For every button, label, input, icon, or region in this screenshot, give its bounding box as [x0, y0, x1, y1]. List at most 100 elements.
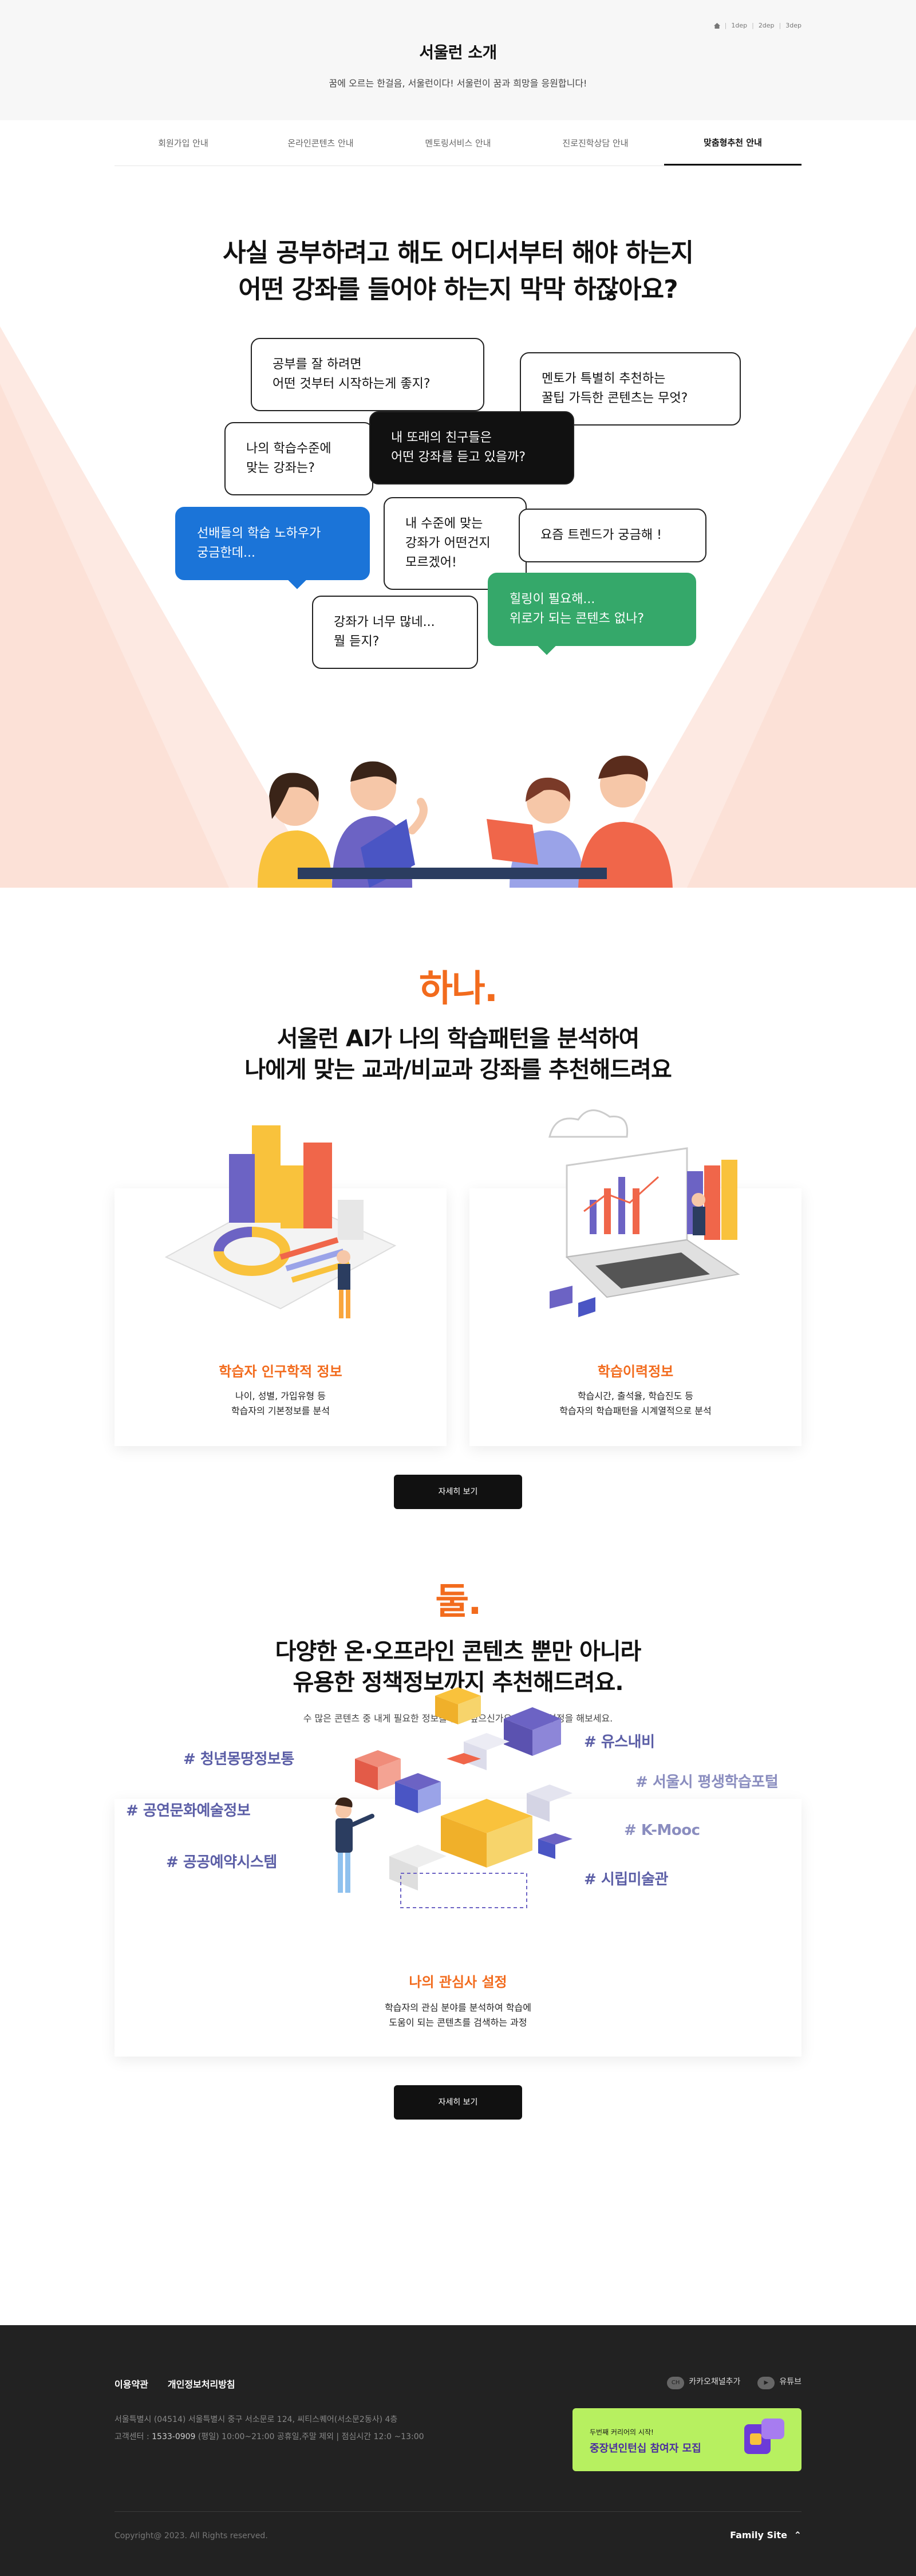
- privacy-policy-link[interactable]: 개인정보처리방침: [168, 2377, 235, 2390]
- family-site-label: Family Site: [730, 2530, 788, 2540]
- speech-bubble: 요즘 트렌드가 궁금해 !: [519, 509, 706, 562]
- bubble-text: 내 또래의 친구들은: [391, 431, 492, 445]
- chat-bubbles-icon: [744, 2419, 784, 2454]
- kakao-channel-link[interactable]: CH 카카오채널추가: [667, 2376, 740, 2389]
- hero-title-line: 어떤 강좌를 들어야 하는지 막막 하잖아요?: [238, 275, 678, 304]
- page-header: | 1dep | 2dep | 3dep 서울런 소개 꿈에 오르는 한걸음, …: [0, 0, 916, 120]
- bubble-text: 어떤 것부터 시작하는게 좋지?: [273, 377, 431, 391]
- card-learning-history: 학습이력정보 학습시간, 출석율, 학습진도 등 학습자의 학습패턴을 시계열적…: [469, 1109, 802, 1446]
- bubble-text: 궁금한데...: [197, 546, 255, 560]
- tab-signup-guide[interactable]: 회원가입 안내: [114, 120, 252, 166]
- card-title: 학습이력정보: [597, 1364, 674, 1380]
- kakao-label: 카카오채널추가: [689, 2377, 741, 2386]
- hero-section: 사실 공부하려고 해도 어디서부터 해야 하는지 어떤 강좌를 들어야 하는지 …: [0, 166, 916, 888]
- breadcrumb: | 1dep | 2dep | 3dep: [713, 22, 802, 29]
- social-links: CH 카카오채널추가 ▶ 유튜브: [667, 2376, 802, 2389]
- speech-bubble: 힐링이 필요해... 위로가 되는 콘텐츠 없나?: [488, 573, 696, 655]
- banner-subtitle: 두번째 커리어의 시작!: [590, 2428, 654, 2436]
- bubble-text: 어떤 강좌를 듣고 있을까?: [391, 450, 526, 464]
- card-title: 나의 관심사 설정: [409, 1974, 507, 1990]
- analysis-card-list: 학습자 인구학적 정보 나이, 성별, 가입유형 등 학습자의 기본정보를 분석: [114, 1109, 802, 1446]
- breadcrumb-item[interactable]: 3dep: [785, 22, 802, 29]
- page-subtitle: 꿈에 오르는 한걸음, 서울런이다! 서울런이 꿈과 희망을 응원합니다!: [329, 78, 587, 89]
- footer-links: 이용약관 개인정보처리방침: [114, 2377, 235, 2390]
- card-description-line: 나이, 성별, 가입유형 등: [235, 1391, 326, 1401]
- customer-center-label: 고객센터 :: [114, 2432, 149, 2441]
- tag-performance-culture: # 공연문화예술정보: [126, 1802, 251, 1819]
- tab-mentoring-guide[interactable]: 멘토링서비스 안내: [389, 120, 527, 166]
- bubble-text: 힐링이 필요해...: [510, 592, 595, 606]
- card-description-line: 학습자의 학습패턴을 시계열적으로 분석: [559, 1405, 712, 1416]
- tag-seoul-lifelong-learning: # 서울시 평생학습포털: [635, 1774, 779, 1791]
- breadcrumb-item[interactable]: 2dep: [759, 22, 775, 29]
- bubble-text: 위로가 되는 콘텐츠 없나?: [510, 612, 645, 626]
- copyright-text: Copyright@ 2023. All Rights reserved.: [114, 2531, 268, 2540]
- customer-center-hours: (평일) 10:00~21:00 공휴일,주말 제외 | 점심시간 12:0 ~…: [198, 2432, 424, 2441]
- hero-title-line: 사실 공부하려고 해도 어디서부터 해야 하는지: [223, 238, 694, 267]
- banner-title: 중장년인턴십 참여자 모집: [590, 2443, 701, 2455]
- tab-career-counsel-guide[interactable]: 진로진학상담 안내: [527, 120, 664, 166]
- card-description-line: 도움이 되는 콘텐츠를 검색하는 과정: [389, 2017, 527, 2028]
- card-description: 나이, 성별, 가입유형 등 학습자의 기본정보를 분석: [114, 1389, 447, 1419]
- bubble-text: 요즘 트렌드가 궁금해 !: [540, 528, 662, 542]
- bubble-text: 내 수준에 맞는: [405, 517, 483, 531]
- view-details-button[interactable]: 자세히 보기: [394, 1475, 522, 1509]
- youtube-icon: ▶: [757, 2376, 775, 2389]
- card-description-line: 학습자의 기본정보를 분석: [231, 1405, 330, 1416]
- card-interest-setting: # 청년몽땅정보통 # 공연문화예술정보 # 공공예약시스템 # 유스내비 # …: [114, 1687, 802, 2057]
- card-description-line: 학습자의 관심 분야를 분석하여 학습에: [385, 2002, 531, 2013]
- hero-title: 사실 공부하려고 해도 어디서부터 해야 하는지 어떤 강좌를 들어야 하는지 …: [0, 166, 916, 308]
- phone-chart-illustration: [164, 1125, 397, 1318]
- laptop-chart-illustration: [548, 1109, 740, 1317]
- home-icon[interactable]: [713, 22, 720, 29]
- youtube-link[interactable]: ▶ 유튜브: [757, 2376, 802, 2389]
- card-demographic-info: 학습자 인구학적 정보 나이, 성별, 가입유형 등 학습자의 기본정보를 분석: [114, 1125, 447, 1446]
- section-ai-analysis: 하나. 서울런 AI가 나의 학습패턴을 분석하여 나에게 맞는 교과/비교과 …: [0, 888, 916, 1509]
- card-description: 학습시간, 출석율, 학습진도 등 학습자의 학습패턴을 시계열적으로 분석: [469, 1389, 802, 1419]
- bubble-text: 강좌가 어떤건지: [405, 536, 491, 550]
- breadcrumb-item[interactable]: 1dep: [731, 22, 747, 29]
- bubble-text: 공부를 잘 하려면: [273, 357, 362, 372]
- speech-bubble: 선배들의 학습 노하우가 궁금한데...: [175, 507, 370, 589]
- section-number: 하나.: [418, 968, 498, 1010]
- section-title: 서울런 AI가 나의 학습패턴을 분석하여 나에게 맞는 교과/비교과 강좌를 …: [0, 1023, 916, 1085]
- section-title-line: 나에게 맞는 교과/비교과 강좌를 추천해드려요: [244, 1057, 672, 1083]
- customer-center-phone: 1533-0909: [152, 2432, 196, 2441]
- bubble-text: 맞는 강좌는?: [246, 461, 315, 475]
- speech-bubble: 나의 학습수준에 맞는 강좌는?: [224, 422, 373, 495]
- view-details-button[interactable]: 자세히 보기: [394, 2085, 522, 2120]
- speech-bubble: 공부를 잘 하려면 어떤 것부터 시작하는게 좋지?: [251, 338, 484, 411]
- section-policy-info: 둘. 다양한 온·오프라인 콘텐츠 뿐만 아니라 유용한 정책정보까지 추천해드…: [0, 1509, 916, 2120]
- internship-banner[interactable]: 두번째 커리어의 시작! 중장년인턴십 참여자 모집: [572, 2408, 802, 2471]
- terms-link[interactable]: 이용약관: [114, 2377, 148, 2390]
- bubble-text: 강좌가 너무 많네...: [334, 615, 435, 629]
- tag-k-mooc: # K-Mooc: [624, 1822, 700, 1839]
- bubble-text: 뭘 듣지?: [334, 635, 380, 649]
- cubes-illustration: [335, 1687, 572, 1908]
- family-site-dropdown[interactable]: Family Site ⌃: [730, 2530, 802, 2540]
- tag-seoul-museum-of-art: # 시립미술관: [584, 1871, 668, 1888]
- section-title-line: 다양한 온·오프라인 콘텐츠 뿐만 아니라: [275, 1638, 642, 1665]
- speech-bubble: 강좌가 너무 많네... 뭘 듣지?: [312, 596, 478, 669]
- bubble-text: 꿀팁 가득한 콘텐츠는 무엇?: [542, 391, 688, 405]
- bubble-text: 나의 학습수준에: [246, 442, 331, 456]
- kakao-icon: CH: [667, 2376, 685, 2389]
- bubble-text: 선배들의 학습 노하우가: [197, 526, 321, 541]
- address-text: 서울특별시 (04514) 서울특별시 중구 서소문로 124, 씨티스퀘어(서…: [114, 2415, 398, 2424]
- card-title: 학습자 인구학적 정보: [219, 1364, 342, 1380]
- youtube-label: 유튜브: [779, 2377, 802, 2386]
- tab-recommend-guide[interactable]: 맞춤형추천 안내: [664, 120, 802, 166]
- chevron-up-icon: ⌃: [793, 2530, 802, 2540]
- bubble-text: 모르겠어!: [405, 556, 457, 570]
- footer-divider: [114, 2511, 802, 2512]
- tag-public-reservation: # 공공예약시스템: [166, 1854, 277, 1871]
- students-illustration: [258, 755, 673, 888]
- section-title-line: 서울런 AI가 나의 학습패턴을 분석하여: [277, 1026, 640, 1052]
- tab-online-content-guide[interactable]: 온라인콘텐츠 안내: [252, 120, 389, 166]
- tab-bar: 회원가입 안내 온라인콘텐츠 안내 멘토링서비스 안내 진로진학상담 안내 맞춤…: [114, 120, 802, 166]
- card-description-line: 학습시간, 출석율, 학습진도 등: [577, 1391, 694, 1401]
- bubble-text: 멘토가 특별히 추천하는: [542, 372, 666, 386]
- speech-bubble: 내 또래의 친구들은 어떤 강좌를 듣고 있을까?: [369, 411, 574, 485]
- card-description: 학습자의 관심 분야를 분석하여 학습에 도움이 되는 콘텐츠를 검색하는 과정: [114, 2000, 802, 2030]
- tag-youth-info: # 청년몽땅정보통: [183, 1751, 294, 1768]
